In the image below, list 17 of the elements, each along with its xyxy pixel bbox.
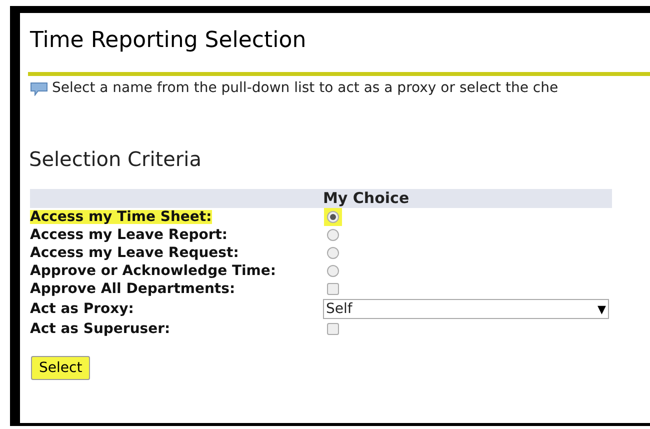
column-header: My Choice — [323, 191, 410, 206]
field-label: Approve All Departments: — [30, 282, 236, 296]
section-title: Selection Criteria — [29, 146, 202, 173]
select-button[interactable]: Select — [31, 356, 90, 380]
checkbox[interactable] — [327, 283, 339, 295]
checkbox[interactable] — [327, 323, 339, 335]
radio-button[interactable] — [324, 208, 342, 226]
proxy-dropdown[interactable]: Self ▼ — [323, 299, 609, 319]
instruction-text: Select a name from the pull-down list to act as a proxy or select the che — [52, 79, 558, 98]
field-label: Access my Time Sheet: — [30, 210, 212, 224]
field-label: Access my Leave Report: — [30, 228, 228, 242]
speech-bubble-icon — [30, 82, 48, 96]
field-label: Approve or Acknowledge Time: — [30, 264, 276, 278]
page-title: Time Reporting Selection — [30, 27, 306, 55]
field-label: Act as Proxy: — [30, 302, 134, 316]
field-label: Access my Leave Request: — [30, 246, 239, 260]
field-label: Act as Superuser: — [30, 322, 170, 336]
